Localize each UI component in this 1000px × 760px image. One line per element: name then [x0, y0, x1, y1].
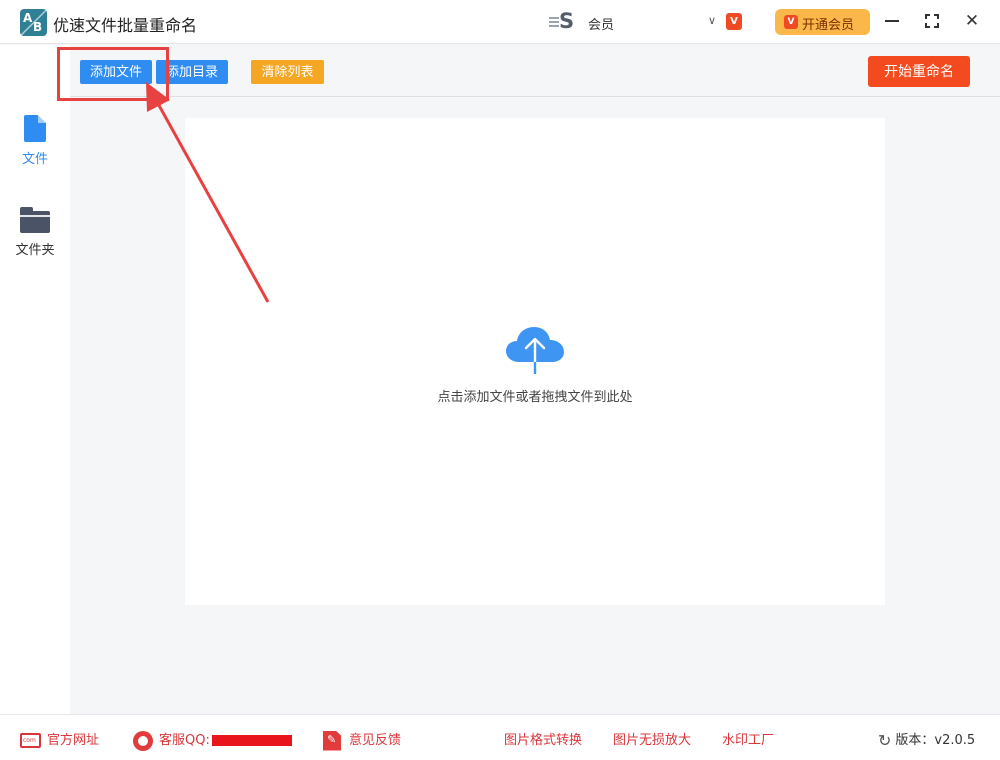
support-qq-link[interactable]: 客服QQ: [133, 729, 292, 751]
qq-icon [133, 730, 153, 751]
cloud-upload-icon [506, 327, 564, 374]
clear-list-button[interactable]: 清除列表 [251, 60, 324, 84]
title-bar: A B 优速文件批量重命名 S 会员 ∨ V V 开通会员 ✕ [0, 0, 1000, 44]
minimize-icon[interactable] [881, 10, 903, 32]
chevron-down-icon[interactable]: ∨ [708, 14, 716, 27]
version-info[interactable]: ↻ 版本：v2.0.5 [878, 729, 975, 750]
sidebar: 文件 文件夹 [0, 45, 70, 714]
status-bar: 官方网址 客服QQ: 意见反馈 图片格式转换 图片无损放大 水印工厂 ↻版本：v… [0, 714, 1000, 760]
sidebar-item-label: 文件夹 [15, 243, 55, 258]
toolbar: 添加文件 添加目录 清除列表 开始重命名 [70, 45, 1000, 97]
official-site-link[interactable]: 官方网址 [20, 729, 99, 748]
vip-icon: V [784, 15, 798, 29]
refresh-icon: ↻ [878, 731, 892, 750]
image-format-convert-link[interactable]: 图片格式转换 [504, 729, 582, 748]
annotation-highlight-box [57, 47, 169, 101]
app-title: 优速文件批量重命名 [53, 16, 198, 35]
maximize-icon[interactable] [921, 10, 943, 32]
sidebar-item-folder[interactable]: 文件夹 [0, 207, 70, 258]
folder-icon [20, 207, 50, 233]
user-avatar-letter: S [559, 9, 575, 33]
drop-hint-text: 点击添加文件或者拖拽文件到此处 [437, 390, 633, 405]
website-icon [20, 733, 41, 748]
sidebar-item-file[interactable]: 文件 [0, 115, 70, 167]
feedback-icon [323, 730, 341, 751]
file-drop-area[interactable]: 点击添加文件或者拖拽文件到此处 [185, 118, 885, 605]
support-qq-label: 客服QQ: [159, 733, 210, 748]
watermark-factory-link[interactable]: 水印工厂 [722, 729, 774, 748]
sidebar-item-label: 文件 [21, 152, 48, 167]
feedback-label: 意见反馈 [349, 733, 402, 748]
logo-letter-b: B [33, 20, 43, 34]
app-logo-icon: A B [20, 9, 47, 36]
redacted-qq-number [211, 735, 292, 746]
open-vip-label: 开通会员 [802, 18, 855, 33]
start-rename-button[interactable]: 开始重命名 [868, 56, 970, 87]
image-lossless-enlarge-link[interactable]: 图片无损放大 [613, 729, 691, 748]
vip-badge-icon: V [726, 13, 742, 30]
logo-letter-a: A [23, 11, 33, 25]
official-site-label: 官方网址 [47, 733, 100, 748]
feedback-link[interactable]: 意见反馈 [323, 729, 401, 751]
open-vip-button[interactable]: V 开通会员 [775, 9, 870, 35]
file-icon [24, 115, 46, 142]
close-icon[interactable]: ✕ [961, 10, 983, 32]
member-label[interactable]: 会员 [588, 14, 614, 33]
version-label: 版本：v2.0.5 [895, 733, 976, 748]
user-avatar-icon[interactable]: S [549, 9, 579, 35]
